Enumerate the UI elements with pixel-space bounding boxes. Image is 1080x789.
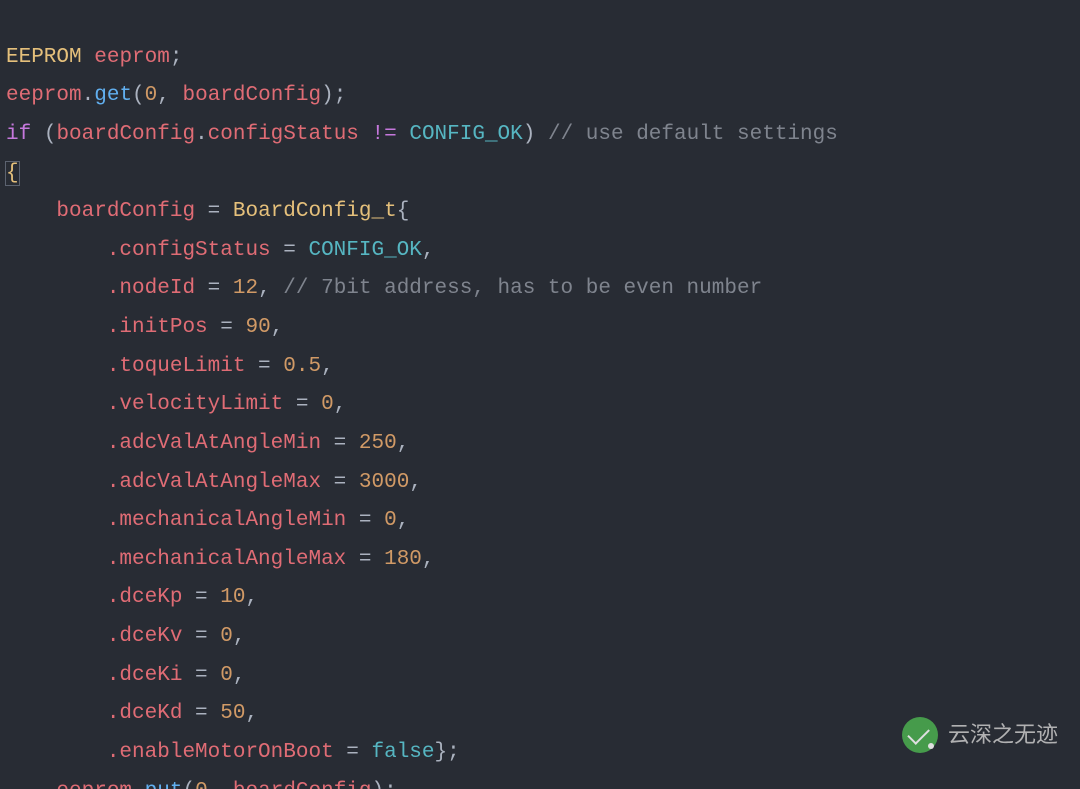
field: .dceKi bbox=[107, 664, 183, 687]
code-line: .enableMotorOnBoot = false}; bbox=[6, 741, 460, 764]
code-line: .velocityLimit = 0, bbox=[6, 393, 346, 416]
value: 0.5 bbox=[283, 355, 321, 378]
assign-op: = bbox=[208, 200, 221, 223]
operator: != bbox=[372, 123, 397, 146]
code-line: .nodeId = 12, // 7bit address, has to be… bbox=[6, 277, 762, 300]
value: 180 bbox=[384, 548, 422, 571]
code-line: if (boardConfig.configStatus != CONFIG_O… bbox=[6, 123, 838, 146]
code-line: EEPROM eeprom; bbox=[6, 46, 182, 69]
code-editor[interactable]: EEPROM eeprom; eeprom.get(0, boardConfig… bbox=[0, 0, 1080, 789]
field: .enableMotorOnBoot bbox=[107, 741, 334, 764]
number-literal: 0 bbox=[195, 780, 208, 789]
identifier: boardConfig bbox=[56, 200, 195, 223]
field: configStatus bbox=[208, 123, 359, 146]
identifier: eeprom bbox=[56, 780, 132, 789]
function-call: get bbox=[94, 84, 132, 107]
value: 12 bbox=[233, 277, 258, 300]
field: .dceKp bbox=[107, 586, 183, 609]
value: 0 bbox=[220, 664, 233, 687]
watermark: 云深之无迹 bbox=[902, 715, 1058, 755]
field: .initPos bbox=[107, 316, 208, 339]
watermark-text: 云深之无迹 bbox=[948, 715, 1058, 755]
code-line: eeprom.put(0, boardConfig); bbox=[6, 780, 397, 789]
field: .adcValAtAngleMin bbox=[107, 432, 321, 455]
code-line: .dceKp = 10, bbox=[6, 586, 258, 609]
code-line: .adcValAtAngleMin = 250, bbox=[6, 432, 409, 455]
code-line: .adcValAtAngleMax = 3000, bbox=[6, 471, 422, 494]
value: CONFIG_OK bbox=[308, 239, 421, 262]
code-line: .dceKd = 50, bbox=[6, 702, 258, 725]
constant: CONFIG_OK bbox=[409, 123, 522, 146]
code-line: .mechanicalAngleMax = 180, bbox=[6, 548, 435, 571]
field: .configStatus bbox=[107, 239, 271, 262]
value: 10 bbox=[220, 586, 245, 609]
identifier: eeprom bbox=[6, 84, 82, 107]
comment: // 7bit address, has to be even number bbox=[271, 277, 762, 300]
type-token: BoardConfig_t bbox=[233, 200, 397, 223]
identifier: eeprom bbox=[94, 46, 170, 69]
value: 50 bbox=[220, 702, 245, 725]
value: 0 bbox=[384, 509, 397, 532]
code-line: .initPos = 90, bbox=[6, 316, 283, 339]
value: 250 bbox=[359, 432, 397, 455]
code-line: .configStatus = CONFIG_OK, bbox=[6, 239, 435, 262]
field: .toqueLimit bbox=[107, 355, 246, 378]
field: .mechanicalAngleMin bbox=[107, 509, 346, 532]
code-line: .mechanicalAngleMin = 0, bbox=[6, 509, 409, 532]
code-line: boardConfig = BoardConfig_t{ bbox=[6, 200, 409, 223]
brace-open: { bbox=[6, 162, 19, 185]
type-token: EEPROM bbox=[6, 46, 82, 69]
field: .velocityLimit bbox=[107, 393, 283, 416]
code-line: { bbox=[6, 162, 19, 185]
value: 90 bbox=[245, 316, 270, 339]
identifier: boardConfig bbox=[56, 123, 195, 146]
number-literal: 0 bbox=[145, 84, 158, 107]
field: .dceKd bbox=[107, 702, 183, 725]
value: 0 bbox=[220, 625, 233, 648]
code-line: eeprom.get(0, boardConfig); bbox=[6, 84, 346, 107]
wechat-icon bbox=[902, 717, 938, 753]
field: .adcValAtAngleMax bbox=[107, 471, 321, 494]
function-call: put bbox=[145, 780, 183, 789]
value: 0 bbox=[321, 393, 334, 416]
code-line: .dceKi = 0, bbox=[6, 664, 245, 687]
identifier: boardConfig bbox=[233, 780, 372, 789]
identifier: boardConfig bbox=[182, 84, 321, 107]
keyword: if bbox=[6, 123, 31, 146]
field: .dceKv bbox=[107, 625, 183, 648]
field: .nodeId bbox=[107, 277, 195, 300]
value: 3000 bbox=[359, 471, 409, 494]
code-line: .dceKv = 0, bbox=[6, 625, 245, 648]
value: false bbox=[371, 741, 434, 764]
code-line: .toqueLimit = 0.5, bbox=[6, 355, 334, 378]
comment: // use default settings bbox=[548, 123, 838, 146]
field: .mechanicalAngleMax bbox=[107, 548, 346, 571]
